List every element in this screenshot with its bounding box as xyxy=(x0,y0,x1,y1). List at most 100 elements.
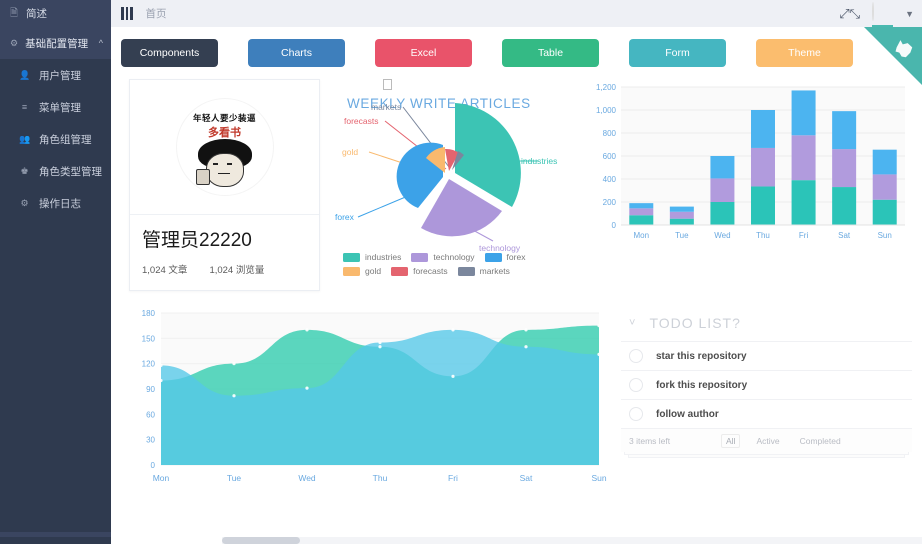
list-icon: ≡ xyxy=(21,102,28,112)
chevron-down-icon[interactable]: ˅ xyxy=(629,317,635,329)
chevron-up-icon: ^ xyxy=(98,38,103,48)
svg-text:800: 800 xyxy=(603,129,617,138)
svg-text:180: 180 xyxy=(142,309,156,318)
todo-checkbox[interactable] xyxy=(629,407,643,421)
dashboard-row-bottom: 0 30 60 90 120 150 180 Mon Tue Wed Thu Fri Sat Sun ˅ … xyxy=(111,291,922,495)
todo-items-left: 3 items left xyxy=(629,435,671,446)
svg-text:markets: markets xyxy=(371,102,401,112)
sidebar-brand[interactable]: 🗎 简述 xyxy=(0,0,111,27)
svg-text:30: 30 xyxy=(146,436,155,445)
sidebar-item-user-management[interactable]: 👤 用户管理 xyxy=(0,59,111,91)
todo-stack-shadow xyxy=(628,455,905,458)
todo-checkbox[interactable] xyxy=(629,378,643,392)
user-icon: 👤 xyxy=(19,69,31,80)
todo-checkbox[interactable] xyxy=(629,349,643,363)
todo-item[interactable]: fork this repository xyxy=(621,370,912,399)
pie-chart-svg: markets forecasts gold forex industries … xyxy=(335,102,557,253)
bar-chart-card: 0 200 400 600 800 1,000 1,200 Mon Tue Wed Thu Fri Sa… xyxy=(587,79,912,254)
todo-item-label: fork this repository xyxy=(656,379,748,391)
sidebar-item-label: 角色组管理 xyxy=(39,133,92,146)
svg-text:60: 60 xyxy=(146,410,155,419)
main-area: 首页 ⤢⤡ ▼ Components Charts Excel Table Fo… xyxy=(111,0,922,544)
breadcrumb[interactable]: 首页 xyxy=(146,6,167,21)
area-chart-card: 0 30 60 90 120 150 180 Mon Tue Wed Thu Fri Sat Sun xyxy=(129,305,609,495)
legend-item-forex[interactable]: forex xyxy=(484,252,525,262)
sidebar-item-operation-log[interactable]: ⚙ 操作日志 xyxy=(0,187,111,219)
svg-text:Thu: Thu xyxy=(373,473,388,483)
meme-avatar-image: 年轻人要少装逼 多看书 xyxy=(175,98,274,196)
svg-text:90: 90 xyxy=(146,385,155,394)
top-bar: 首页 ⤢⤡ ▼ xyxy=(111,0,922,27)
svg-text:120: 120 xyxy=(142,360,156,369)
bar-chart-svg: 0 200 400 600 800 1,000 1,200 Mon Tue Wed Thu Fri Sa… xyxy=(596,83,905,240)
sidebar: 🗎 简述 ⚙ 基础配置管理 ^ 👤 用户管理 ≡ 菜单管理 👥 角色组管理 ♚ … xyxy=(0,0,111,544)
users-icon: 👥 xyxy=(19,133,31,144)
legend-item-technology[interactable]: technology xyxy=(411,252,475,262)
sidebar-item-label: 操作日志 xyxy=(39,197,81,210)
sidebar-group-label: 基础配置管理 xyxy=(25,37,89,50)
sidebar-item-role-group-management[interactable]: 👥 角色组管理 xyxy=(0,123,111,155)
tab-charts[interactable]: Charts xyxy=(248,39,345,67)
todo-filter-active[interactable]: Active xyxy=(752,435,783,447)
tab-table[interactable]: Table xyxy=(502,39,599,67)
sidebar-item-menu-management[interactable]: ≡ 菜单管理 xyxy=(0,91,111,123)
legend-item-forecasts[interactable]: forecasts xyxy=(391,266,448,276)
svg-text:0: 0 xyxy=(612,221,617,230)
tab-components[interactable]: Components xyxy=(121,39,218,67)
tab-excel[interactable]: Excel xyxy=(375,39,472,67)
todo-list-card: ˅ TODO LIST? star this repository fork t… xyxy=(621,305,912,495)
tab-theme[interactable]: Theme xyxy=(756,39,853,67)
sidebar-item-label: 角色类型管理 xyxy=(39,165,102,178)
area-chart-svg: 0 30 60 90 120 150 180 Mon Tue Wed Thu Fri Sat Sun xyxy=(142,309,607,483)
sidebar-item-role-type-management[interactable]: ♚ 角色类型管理 xyxy=(0,155,111,187)
todo-item[interactable]: follow author xyxy=(621,399,912,428)
meme-line2: 多看书 xyxy=(208,127,242,139)
sidebar-item-label: 菜单管理 xyxy=(39,101,81,114)
content-area: Components Charts Excel Table Form Theme… xyxy=(111,27,922,544)
todo-filter-all[interactable]: All xyxy=(721,433,741,448)
svg-text:Wed: Wed xyxy=(714,231,730,240)
avatar[interactable] xyxy=(872,2,894,27)
hamburger-icon[interactable] xyxy=(121,7,133,20)
todo-footer: 3 items left All Active Completed xyxy=(621,428,912,452)
tab-form[interactable]: Form xyxy=(629,39,726,67)
stat-views: 1,024 浏览量 xyxy=(209,265,265,276)
svg-text:Sat: Sat xyxy=(520,473,533,483)
todo-item-label: follow author xyxy=(656,408,719,420)
svg-text:Sat: Sat xyxy=(838,231,851,240)
svg-text:industries: industries xyxy=(521,156,557,166)
sidebar-group-basic-config[interactable]: ⚙ 基础配置管理 ^ xyxy=(0,27,111,59)
svg-text:Thu: Thu xyxy=(756,231,770,240)
crown-icon: ♚ xyxy=(20,165,29,176)
todo-filter-completed[interactable]: Completed xyxy=(796,435,845,447)
user-info: 管理员22220 1,024 文章 1,024 浏览量 xyxy=(130,215,319,290)
scrollbar-thumb[interactable] xyxy=(222,537,300,544)
legend-item-gold[interactable]: gold xyxy=(343,266,381,276)
fullscreen-icon[interactable]: ⤢⤡ xyxy=(839,6,860,22)
chevron-down-icon[interactable]: ▼ xyxy=(905,9,914,19)
svg-text:200: 200 xyxy=(603,198,617,207)
tab-button-row: Components Charts Excel Table Form Theme xyxy=(111,27,922,67)
svg-text:Mon: Mon xyxy=(634,231,650,240)
horizontal-scrollbar[interactable] xyxy=(222,537,922,544)
book-icon: 🗎 xyxy=(10,7,19,19)
dashboard-row-top: 年轻人要少装逼 多看书 管理员22220 1,024 文章 1,024 浏览量 … xyxy=(111,67,922,291)
sidebar-scroll-cap xyxy=(0,537,111,544)
pie-chart-legend: industries technology forex gold forecas… xyxy=(343,252,568,276)
svg-text:forecasts: forecasts xyxy=(344,116,379,126)
sidebar-item-label: 用户管理 xyxy=(39,69,81,82)
todo-item[interactable]: star this repository xyxy=(621,341,912,370)
user-profile-card: 年轻人要少装逼 多看书 管理员22220 1,024 文章 1,024 浏览量 xyxy=(129,79,321,291)
svg-text:Tue: Tue xyxy=(227,473,242,483)
svg-text:Wed: Wed xyxy=(298,473,316,483)
legend-item-industries[interactable]: industries xyxy=(343,252,401,262)
stat-articles: 1,024 文章 xyxy=(142,265,188,276)
legend-item-markets[interactable]: markets xyxy=(457,266,510,276)
svg-text:Sun: Sun xyxy=(591,473,606,483)
sidebar-filler xyxy=(0,219,111,520)
svg-text:0: 0 xyxy=(151,461,156,470)
todo-title: TODO LIST? xyxy=(649,315,741,331)
svg-text:forex: forex xyxy=(335,212,355,222)
user-avatar-large: 年轻人要少装逼 多看书 xyxy=(130,80,320,215)
log-icon: ⚙ xyxy=(20,197,29,208)
